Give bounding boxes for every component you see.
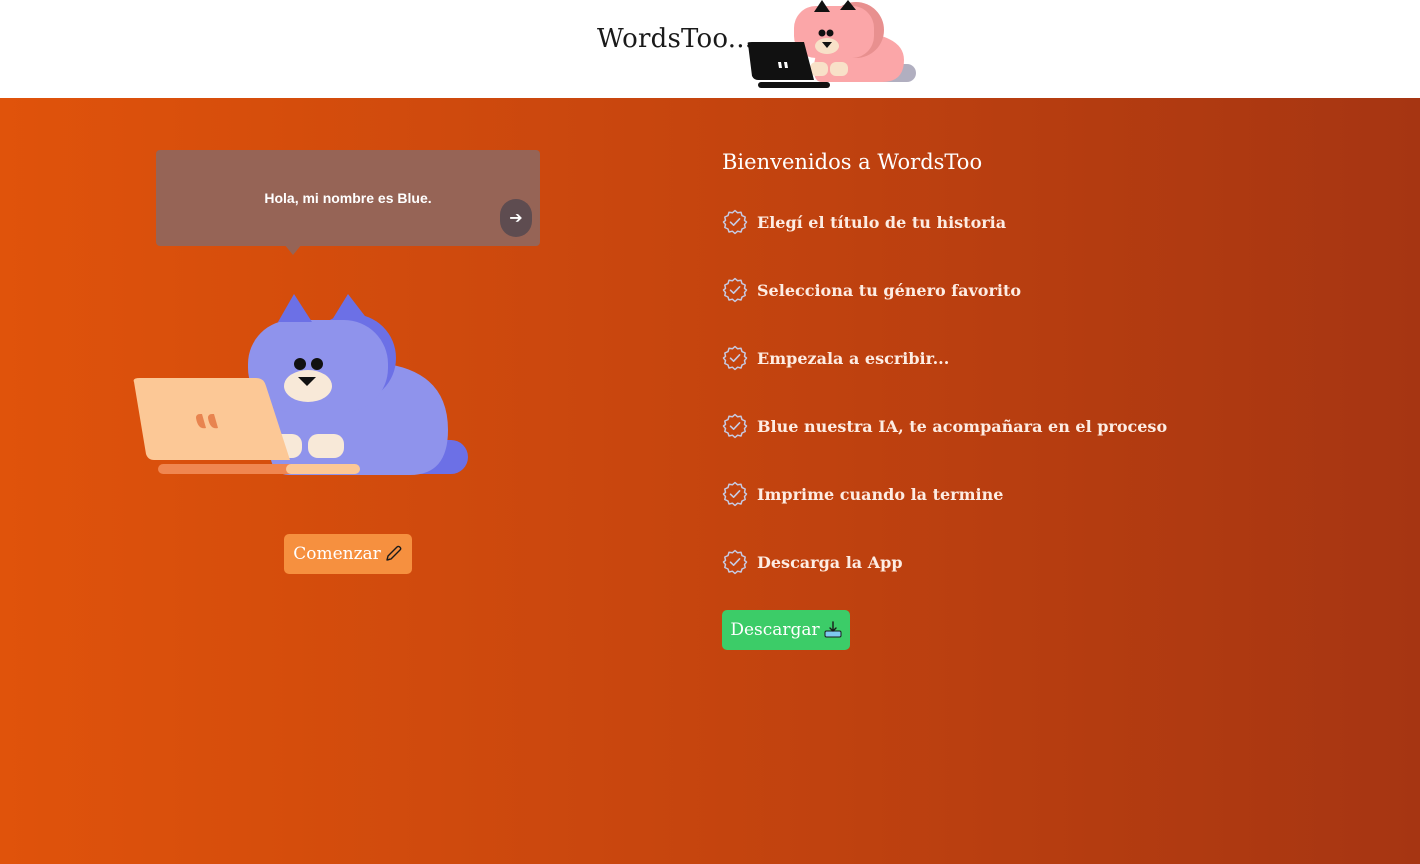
bubble-text: Hola, mi nombre es Blue. (264, 190, 432, 206)
step-item: Empezala a escribir... (721, 344, 949, 372)
step-item: Descarga la App (721, 548, 903, 576)
download-button-label: Descargar (730, 620, 820, 640)
step-item: Selecciona tu género favorito (721, 276, 1021, 304)
step-item: Elegí el título de tu historia (721, 208, 1006, 236)
check-badge-icon (722, 481, 748, 507)
check-badge-icon (722, 345, 748, 371)
step-item: Imprime cuando la termine (721, 480, 1003, 508)
welcome-title: Bienvenidos a WordsToo (722, 150, 983, 174)
step-label: Blue nuestra IA, te acompañara en el pro… (757, 416, 1168, 436)
blue-cat-laptop-icon (133, 294, 468, 475)
step-label: Descarga la App (757, 552, 903, 572)
step-label: Empezala a escribir... (757, 348, 950, 368)
cat-with-laptop-icon (747, 0, 916, 88)
speech-bubble-tail (284, 244, 302, 255)
speech-bubble: Hola, mi nombre es Blue. (156, 150, 540, 246)
download-tray-icon (824, 621, 842, 638)
download-button[interactable]: Descargar (722, 610, 850, 650)
check-badge-icon (722, 277, 748, 303)
step-label: Elegí el título de tu historia (757, 212, 1007, 232)
bubble-next-button[interactable]: ➔ (500, 199, 532, 237)
arrow-right-icon: ➔ (509, 208, 523, 227)
step-item: Blue nuestra IA, te acompañara en el pro… (721, 412, 1167, 440)
pencil-icon (386, 545, 402, 561)
step-label: Selecciona tu género favorito (757, 280, 1022, 300)
check-badge-icon (722, 549, 748, 575)
start-button-label: Comenzar (293, 544, 381, 564)
check-badge-icon (722, 413, 748, 439)
check-badge-icon (722, 209, 748, 235)
top-bar: WordsToo... (0, 0, 1420, 98)
brand-title[interactable]: WordsToo... (597, 24, 753, 54)
start-button[interactable]: Comenzar (284, 534, 412, 574)
step-label: Imprime cuando la termine (757, 484, 1004, 504)
